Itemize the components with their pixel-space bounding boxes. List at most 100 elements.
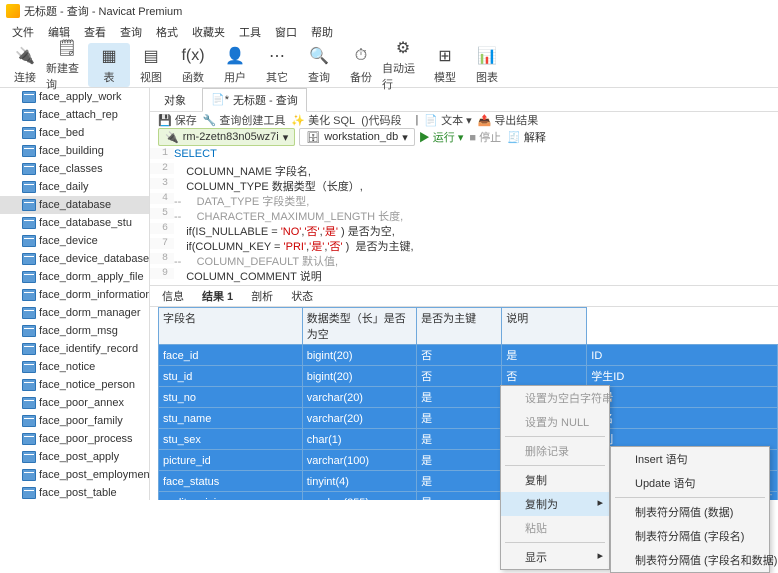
ctx-delete[interactable]: 删除记录 — [501, 439, 609, 463]
table-item[interactable]: face_dorm_information — [0, 286, 149, 304]
tool-新建查询[interactable]: 🗒新建查询 — [46, 43, 88, 87]
ctx-show[interactable]: 显示▸ — [501, 545, 609, 569]
tool-表[interactable]: ▦表 — [88, 43, 130, 87]
table-row[interactable]: face_idbigint(20)否是ID — [159, 345, 778, 366]
menu-file[interactable]: 文件 — [6, 22, 40, 42]
ctx-insert-stmt[interactable]: Insert 语句 — [611, 447, 769, 471]
table-item[interactable]: face_attach_rep — [0, 106, 149, 124]
col-header[interactable]: 说明 — [502, 308, 587, 345]
tool-图表[interactable]: 📊图表 — [466, 43, 508, 87]
table-item[interactable]: face_dorm_msg — [0, 322, 149, 340]
table-item[interactable]: face_post_apply — [0, 448, 149, 466]
menu-help[interactable]: 帮助 — [305, 22, 339, 42]
table-icon — [22, 415, 36, 427]
ctx-sep — [505, 465, 605, 466]
tab-objects[interactable]: 对象 — [156, 89, 194, 111]
tool-自动运行[interactable]: ⚙自动运行 — [382, 43, 424, 87]
menu-format[interactable]: 格式 — [150, 22, 184, 42]
text-button[interactable]: 📄 文本 ▾ — [424, 112, 471, 128]
其它-icon: ⋯ — [266, 45, 288, 67]
ctx-tsv-data[interactable]: 制表符分隔值 (数据) — [611, 500, 769, 524]
tool-视图[interactable]: ▤视图 — [130, 43, 172, 87]
table-item[interactable]: face_database_stu — [0, 214, 149, 232]
table-icon — [22, 181, 36, 193]
table-row[interactable]: stu_namevarchar(20)是否姓名 — [159, 408, 778, 429]
tab-messages[interactable]: 信息 — [158, 286, 188, 306]
tab-query[interactable]: 📄* 无标题 - 查询 — [202, 88, 307, 112]
database-selector[interactable]: 🗄 workstation_db ▾ — [299, 128, 415, 146]
table-item[interactable]: face_poor_annex — [0, 394, 149, 412]
table-item[interactable]: face_database — [0, 196, 149, 214]
export-button[interactable]: 📤 导出结果 — [478, 112, 539, 128]
result-tabs: 信息 结果 1 剖析 状态 — [150, 286, 778, 307]
tool-连接[interactable]: 🔌连接 — [4, 43, 46, 87]
table-item[interactable]: face_identify_record — [0, 340, 149, 358]
ctx-tsv-both[interactable]: 制表符分隔值 (字段名和数据) — [611, 548, 769, 572]
table-item[interactable]: face_post_employment — [0, 466, 149, 484]
table-item[interactable]: face_building — [0, 142, 149, 160]
table-icon — [22, 145, 36, 157]
table-item[interactable]: face_poor_process — [0, 430, 149, 448]
table-item[interactable]: face_device — [0, 232, 149, 250]
ctx-sep — [505, 436, 605, 437]
query-toolbar: 💾 保存 🔧 查询创建工具 ✨ 美化 SQL ()代码段 | 📄 文本 ▾ 📤 … — [150, 112, 778, 128]
ctx-tsv-fields[interactable]: 制表符分隔值 (字段名) — [611, 524, 769, 548]
table-item[interactable]: face_poor_family — [0, 412, 149, 430]
menu-favorites[interactable]: 收藏夹 — [186, 22, 231, 42]
codesnip-button[interactable]: ()代码段 — [361, 112, 401, 128]
save-button[interactable]: 💾 保存 — [158, 112, 197, 128]
table-item[interactable]: face_device_database — [0, 250, 149, 268]
table-item[interactable]: face_classes — [0, 160, 149, 178]
ctx-update-stmt[interactable]: Update 语句 — [611, 471, 769, 495]
menubar: 文件 编辑 查看 查询 格式 收藏夹 工具 窗口 帮助 — [0, 22, 778, 42]
col-header[interactable]: 字段名 — [159, 308, 303, 345]
col-header[interactable]: 数据类型（长」是否为空 — [302, 308, 416, 345]
sidebar[interactable]: face_apply_workface_attach_repface_bedfa… — [0, 88, 150, 500]
stop-button[interactable]: ■ 停止 — [469, 129, 501, 145]
connection-selector[interactable]: 🔌 rm-2zetn83n05wz7i ▾ — [158, 128, 295, 146]
table-row[interactable]: stu_novarchar(20)是否学号 — [159, 387, 778, 408]
menu-window[interactable]: 窗口 — [269, 22, 303, 42]
tool-查询[interactable]: 🔍查询 — [298, 43, 340, 87]
titlebar: 无标题 - 查询 - Navicat Premium — [0, 0, 778, 22]
app-logo — [6, 4, 20, 18]
tool-备份[interactable]: ⏱备份 — [340, 43, 382, 87]
table-icon — [22, 199, 36, 211]
table-item[interactable]: face_daily — [0, 178, 149, 196]
tab-result1[interactable]: 结果 1 — [198, 286, 237, 306]
run-button[interactable]: ▶ 运行 ▾ — [419, 129, 464, 145]
ctx-blank[interactable]: 设置为空白字符串 — [501, 386, 609, 410]
menu-view[interactable]: 查看 — [78, 22, 112, 42]
db-select-bar: 🔌 rm-2zetn83n05wz7i ▾ 🗄 workstation_db ▾… — [150, 128, 778, 146]
table-row[interactable]: stu_idbigint(20)否否学生ID — [159, 366, 778, 387]
explain-button[interactable]: 🧾 解释 — [507, 129, 546, 145]
ctx-paste[interactable]: 粘贴 — [501, 516, 609, 540]
table-icon — [22, 289, 36, 301]
tab-status[interactable]: 状态 — [287, 286, 317, 306]
tool-其它[interactable]: ⋯其它 — [256, 43, 298, 87]
builder-button[interactable]: 🔧 查询创建工具 — [203, 112, 286, 128]
tool-函数[interactable]: f(x)函数 — [172, 43, 214, 87]
table-item[interactable]: face_dorm_apply_file — [0, 268, 149, 286]
ctx-copy[interactable]: 复制 — [501, 468, 609, 492]
table-icon — [22, 163, 36, 175]
tab-profile[interactable]: 剖析 — [247, 286, 277, 306]
menu-tools[interactable]: 工具 — [233, 22, 267, 42]
beautify-button[interactable]: ✨ 美化 SQL — [291, 112, 355, 128]
ctx-copy-as[interactable]: 复制为▸ — [501, 492, 609, 516]
table-icon — [22, 469, 36, 481]
table-item[interactable]: face_notice — [0, 358, 149, 376]
menu-query[interactable]: 查询 — [114, 22, 148, 42]
table-item[interactable]: face_notice_person — [0, 376, 149, 394]
备份-icon: ⏱ — [350, 45, 372, 67]
table-item[interactable]: face_post_table — [0, 484, 149, 500]
ctx-null[interactable]: 设置为 NULL — [501, 410, 609, 434]
查询-icon: 🔍 — [308, 45, 330, 67]
table-item[interactable]: face_apply_work — [0, 88, 149, 106]
table-item[interactable]: face_bed — [0, 124, 149, 142]
tool-用户[interactable]: 👤用户 — [214, 43, 256, 87]
col-header[interactable]: 是否为主键 — [417, 308, 502, 345]
sql-editor[interactable]: 1SELECT2 COLUMN_NAME 字段名,3 COLUMN_TYPE 数… — [150, 146, 778, 286]
tool-模型[interactable]: ⊞模型 — [424, 43, 466, 87]
table-item[interactable]: face_dorm_manager — [0, 304, 149, 322]
